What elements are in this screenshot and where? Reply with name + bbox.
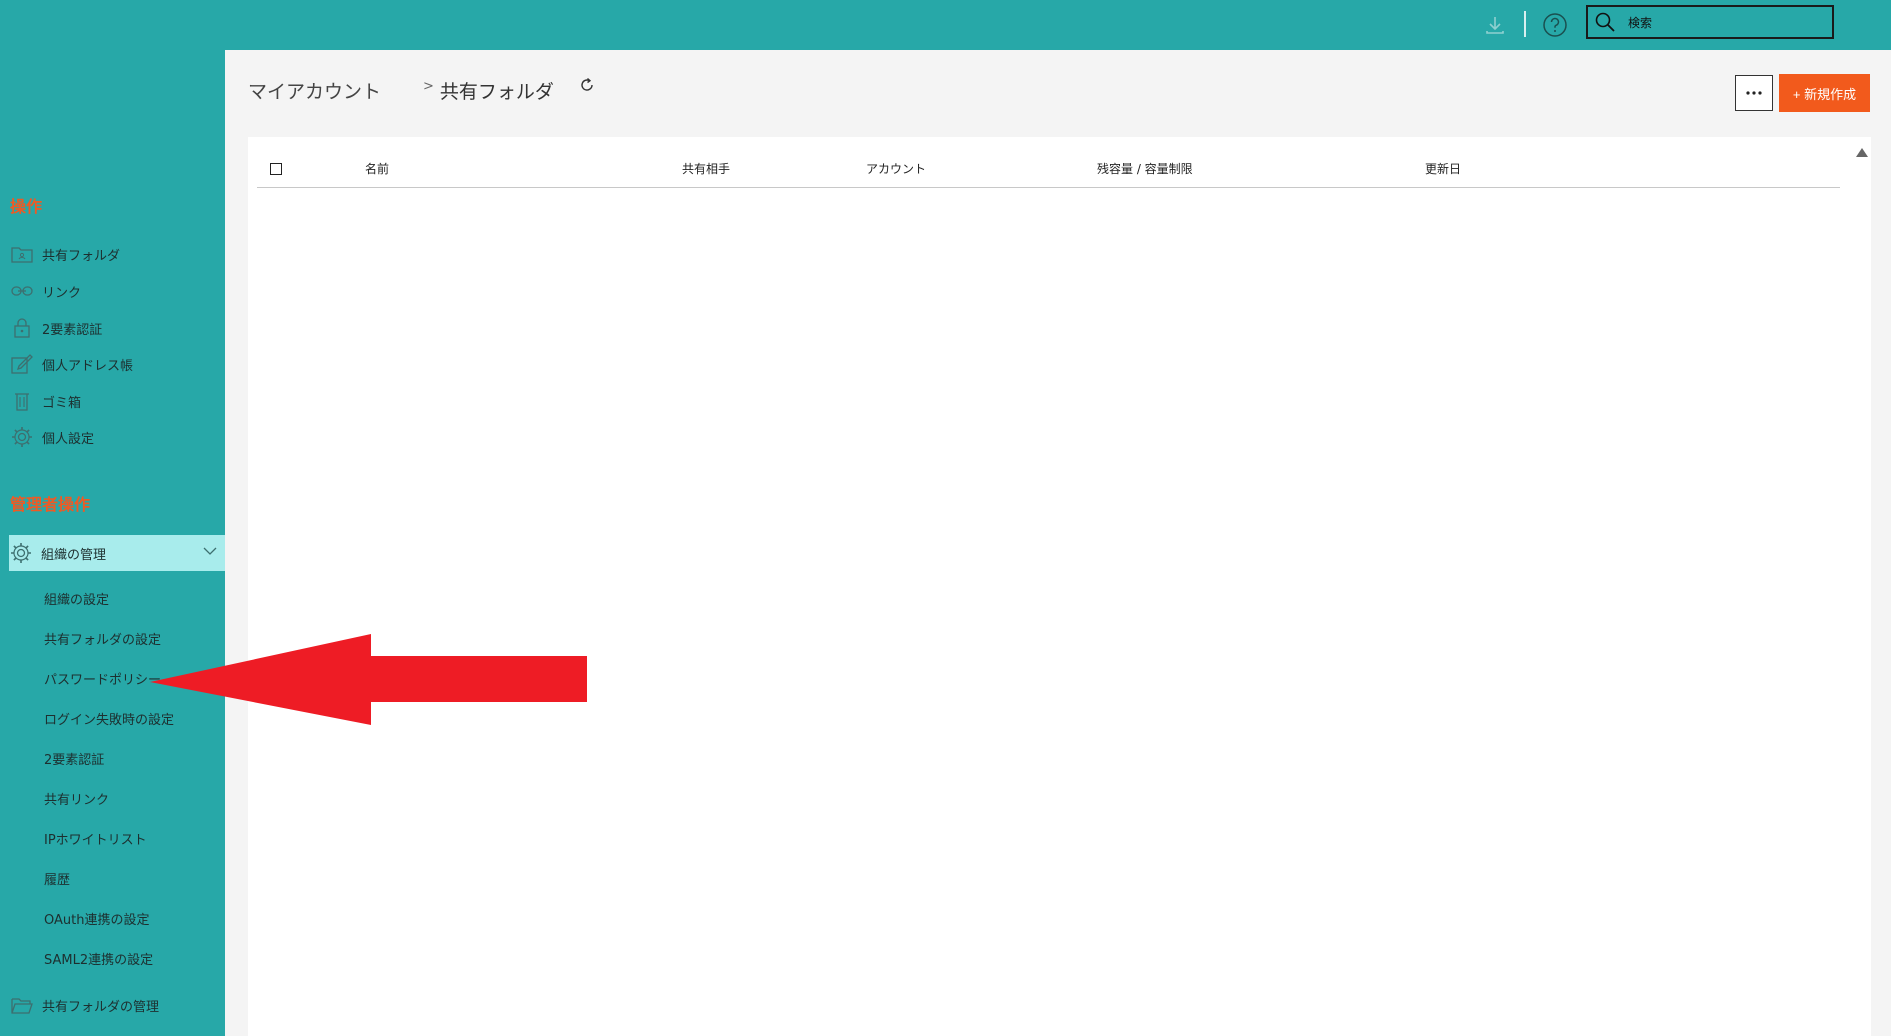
sidebar-item-label: 組織の管理 [41, 547, 107, 563]
sidebar-item-link[interactable]: リンク [10, 276, 220, 306]
shared-folder-icon [10, 243, 34, 265]
column-header-shared-with[interactable]: 共有相手 [682, 160, 730, 177]
sub-item-ip-whitelist[interactable]: IPホワイトリスト [44, 829, 147, 848]
sidebar-item-label: 2要素認証 [42, 322, 103, 338]
toolbar-divider [1524, 11, 1526, 37]
column-header-updated[interactable]: 更新日 [1425, 160, 1461, 177]
sidebar-item-label: 共有フォルダ [42, 248, 121, 264]
sub-item-history[interactable]: 履歴 [44, 869, 70, 888]
more-icon [1746, 91, 1762, 95]
table-header: 名前 共有相手 アカウント 残容量 / 容量制限 更新日 [257, 147, 1840, 188]
more-options-button[interactable] [1735, 75, 1773, 111]
sub-item-two-factor[interactable]: 2要素認証 [44, 749, 104, 768]
sub-item-shared-folder-settings[interactable]: 共有フォルダの設定 [44, 629, 161, 648]
section-title-admin: 管理者操作 [10, 495, 91, 514]
sub-item-saml2-settings[interactable]: SAML2連携の設定 [44, 949, 153, 968]
sidebar-item-trash[interactable]: ゴミ箱 [10, 386, 220, 416]
sub-item-oauth-settings[interactable]: OAuth連携の設定 [44, 909, 149, 928]
sub-item-org-settings[interactable]: 組織の設定 [44, 589, 109, 608]
sub-item-password-policy[interactable]: パスワードポリシー [44, 669, 161, 688]
search-input[interactable] [1626, 11, 1830, 35]
column-header-account[interactable]: アカウント [866, 160, 926, 177]
breadcrumb-my-account[interactable]: マイアカウント [248, 77, 381, 104]
section-title-operations: 操作 [10, 197, 43, 216]
sidebar-item-label: リンク [42, 285, 82, 301]
sidebar-item-address-book[interactable]: 個人アドレス帳 [10, 349, 220, 379]
chevron-right-icon: > [423, 79, 434, 94]
breadcrumb: マイアカウント > 共有フォルダ [248, 77, 596, 104]
gear-icon [10, 426, 34, 448]
refresh-icon[interactable] [578, 76, 596, 98]
main-content: マイアカウント > 共有フォルダ + 新規作成 名前 共有相手 アカウント 残容… [225, 50, 1891, 1036]
search-icon [1595, 12, 1615, 32]
file-table: 名前 共有相手 アカウント 残容量 / 容量制限 更新日 [248, 137, 1871, 1036]
create-new-button[interactable]: + 新規作成 [1779, 74, 1870, 112]
scroll-up-arrow-icon[interactable] [1856, 148, 1868, 157]
column-header-capacity[interactable]: 残容量 / 容量制限 [1097, 160, 1193, 177]
select-all-checkbox[interactable] [270, 163, 282, 175]
gear-icon [9, 542, 33, 564]
link-icon [10, 280, 34, 302]
sidebar-item-label: 共有フォルダの管理 [42, 999, 160, 1015]
column-header-name[interactable]: 名前 [365, 160, 389, 177]
chevron-down-icon[interactable] [203, 545, 217, 560]
sidebar: 操作 共有フォルダ リンク 2要素認証 個人アドレス帳 ゴミ箱 個人設定 管理者… [0, 50, 225, 1036]
sidebar-item-label: 個人設定 [42, 431, 95, 447]
sidebar-item-shared-folder[interactable]: 共有フォルダ [10, 239, 220, 269]
breadcrumb-shared-folder: 共有フォルダ [439, 81, 554, 103]
sidebar-item-two-factor[interactable]: 2要素認証 [10, 313, 220, 343]
annotation-arrow-icon [150, 634, 587, 725]
sidebar-item-label: ゴミ箱 [42, 395, 82, 411]
help-icon[interactable] [1540, 10, 1570, 40]
sidebar-item-shared-folder-management[interactable]: 共有フォルダの管理 [10, 990, 220, 1020]
folder-open-icon [10, 994, 34, 1016]
trash-icon [10, 390, 34, 412]
search-box[interactable] [1586, 5, 1834, 39]
top-bar [0, 0, 1891, 50]
sidebar-item-org-management[interactable]: 組織の管理 [9, 535, 225, 571]
sub-item-shared-link[interactable]: 共有リンク [44, 789, 109, 808]
lock-icon [10, 317, 34, 339]
download-icon[interactable] [1480, 10, 1510, 40]
edit-icon [10, 353, 34, 375]
sidebar-item-personal-settings[interactable]: 個人設定 [10, 422, 220, 452]
sidebar-item-label: 個人アドレス帳 [42, 358, 134, 374]
